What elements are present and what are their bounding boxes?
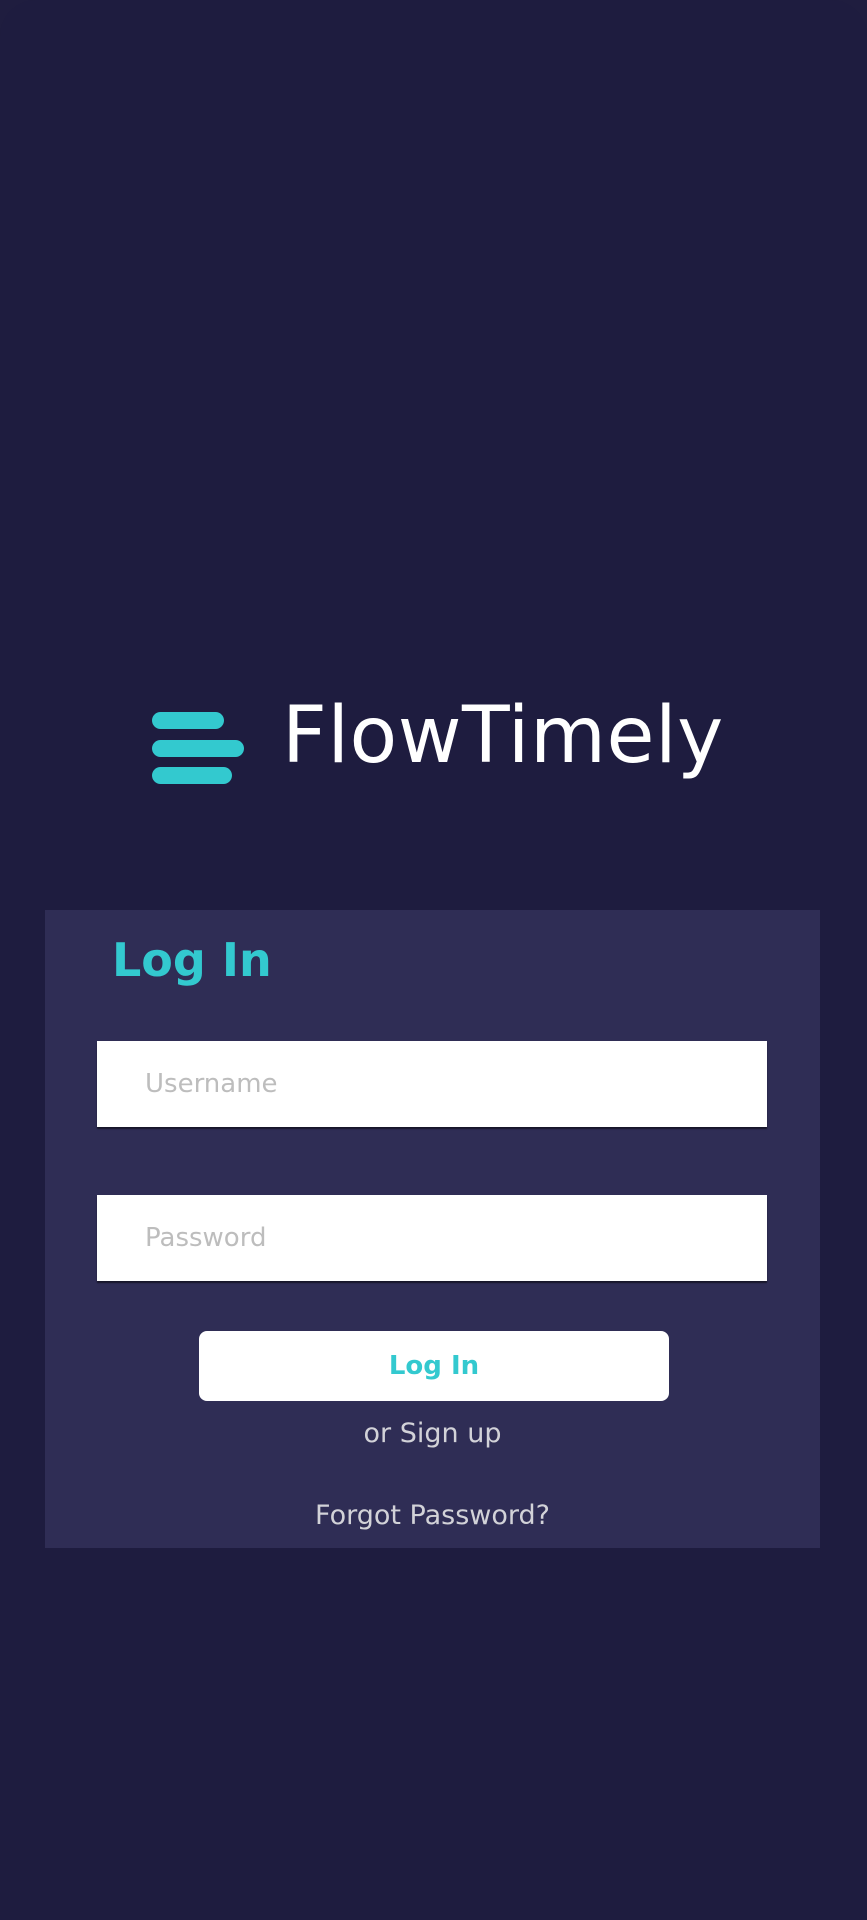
login-title: Log In [112,933,272,987]
password-input[interactable] [97,1195,767,1281]
username-input[interactable] [97,1041,767,1127]
login-button[interactable]: Log In [199,1331,669,1401]
login-card: Log In Log In or Sign up Forgot Password… [45,910,820,1548]
login-screen: FlowTimely Log In Log In or Sign up Forg… [0,0,867,1920]
signup-link[interactable]: or Sign up [45,1416,820,1452]
forgot-password-link[interactable]: Forgot Password? [45,1498,820,1534]
brand-name: FlowTimely [282,691,724,781]
brand-header: FlowTimely [152,690,723,784]
brand-stack-icon [152,700,244,784]
brand-stack-icon-middle-bar [152,740,244,757]
brand-stack-icon-top-bar [152,712,224,729]
brand-stack-icon-bottom-bar [152,767,232,784]
